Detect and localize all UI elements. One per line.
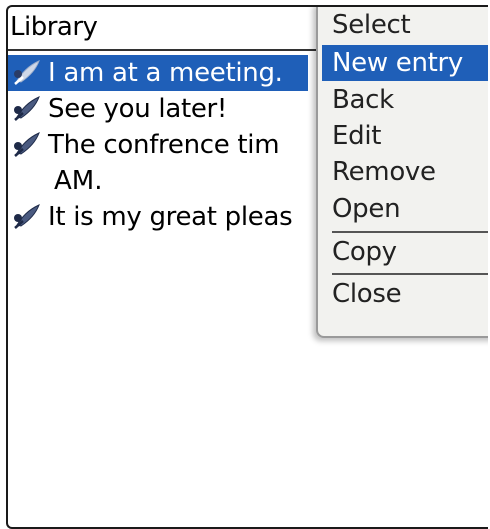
list-item-label: It is my great pleas: [48, 202, 293, 232]
menu-item-edit[interactable]: Edit: [322, 118, 488, 154]
title-divider: [8, 49, 328, 51]
list-item-label: See you later!: [48, 94, 228, 124]
list-item-label: The confrence tim: [48, 130, 280, 160]
menu-item-select[interactable]: Select: [322, 7, 488, 43]
menu-item-remove[interactable]: Remove: [322, 154, 488, 190]
menu-item-close[interactable]: Close: [322, 276, 488, 312]
menu-item-open[interactable]: Open: [322, 191, 488, 227]
list-item[interactable]: See you later!: [8, 91, 227, 127]
quill-pen-icon: [14, 132, 40, 157]
context-menu: Select New entry Back Edit Remove Open C…: [316, 7, 488, 338]
list-item-label: I am at a meeting.: [48, 58, 283, 88]
menu-item-back[interactable]: Back: [322, 82, 488, 118]
quill-pen-icon: [14, 96, 40, 121]
menu-divider: [332, 231, 488, 233]
menu-item-new-entry[interactable]: New entry: [322, 45, 488, 81]
list-item[interactable]: The confrence tim: [8, 127, 280, 163]
list-item[interactable]: I am at a meeting.: [8, 55, 308, 91]
menu-item-copy[interactable]: Copy: [322, 234, 488, 270]
quill-pen-icon: [14, 204, 40, 229]
quill-pen-icon: [14, 60, 40, 85]
page-title: Library: [10, 12, 98, 42]
list-item[interactable]: It is my great pleas: [8, 199, 293, 235]
app-screen: Library I am at a meeting. See you later…: [6, 5, 488, 529]
list-item-continuation: AM.: [54, 166, 103, 196]
menu-divider: [332, 273, 488, 275]
